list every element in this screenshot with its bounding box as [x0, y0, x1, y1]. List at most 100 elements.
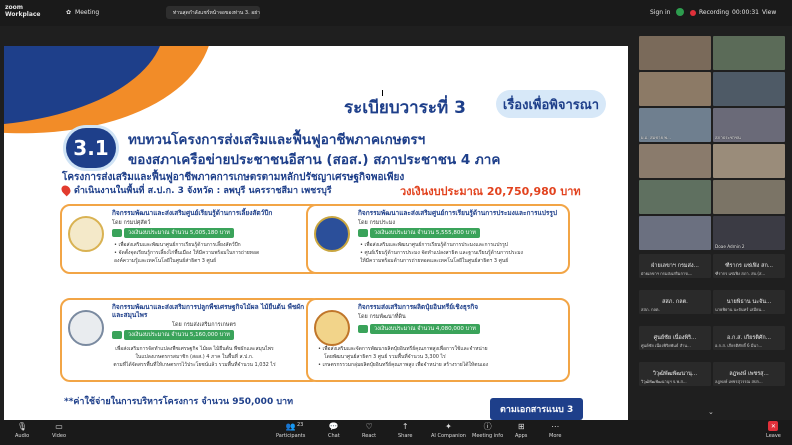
activity-card: กิจกรรมพัฒนาและส่งเสริมศูนย์เรียนรู้ด้าน… — [60, 204, 322, 274]
meeting-info-button[interactable]: ⓘ Meeting info — [472, 421, 504, 440]
share-arrow-icon: ↑ — [401, 421, 409, 431]
card-agency: โดย กรมปศุสัตว์ — [112, 220, 151, 226]
participant-name-tile[interactable]: ลฎพงษ์ เพชรสุ... ลฎพงษ์ เพชรสุวรรณ สปก... — [713, 362, 785, 386]
brand-line2: Workplace — [5, 11, 41, 18]
participants-icon: 👥 — [285, 421, 296, 431]
video-tile[interactable] — [639, 72, 711, 106]
slide-heading-2: ของสภาเครือข่ายประชาชนอีสาน (สอส.) สภาปร… — [128, 152, 501, 168]
react-button[interactable]: ♡ React — [362, 421, 377, 440]
recording-label: Recording — [699, 9, 730, 16]
participant-gallery: ผ.อ. สมชาย พ... สภาประชาชน Doae Admin 2 … — [639, 36, 787, 412]
view-button[interactable]: View — [762, 9, 776, 16]
recording-indicator[interactable]: Recording 00:00:31 — [690, 9, 759, 16]
video-tile[interactable] — [713, 144, 785, 178]
activity-card: กิจกรรมพัฒนาและส่งเสริมการปลูกพืชเศรษฐกิ… — [60, 298, 322, 382]
audio-label: Audio — [15, 433, 30, 439]
participant-name: ฝ่ายเลขาฯ กรมส่ง... — [651, 263, 699, 269]
share-status-pill[interactable]: ท่านสุดกำลังแชร์หน้าจอของท่าน 3. อย่า... — [166, 6, 260, 19]
card-title: กิจกรรมพัฒนาและส่งเสริมศูนย์การเรียนรู้ด… — [358, 209, 557, 217]
sparkle-icon: ✦ — [445, 421, 452, 431]
react-label: React — [362, 433, 377, 439]
total-budget: วงเงินงบประมาณ 20,750,980 บาท — [400, 185, 581, 198]
video-tile[interactable]: Doae Admin 2 — [713, 216, 785, 250]
video-tile[interactable] — [713, 36, 785, 70]
sign-in-link[interactable]: Sign in — [650, 9, 670, 16]
location-text: ดำเนินงานในพื้นที่ ส.ป.ก. 3 จังหวัด : ลพ… — [74, 186, 332, 196]
security-shield-icon[interactable] — [676, 8, 684, 16]
video-tile[interactable] — [639, 216, 711, 250]
card-bullet: • ศูนย์เรียนรู้ด้านการประมง จัดทำแปลงสาธ… — [360, 250, 523, 256]
video-tile[interactable] — [639, 36, 711, 70]
participant-sub: นายพิธาน นะจันทร์ เสมียน... — [715, 307, 766, 312]
video-tile[interactable] — [639, 144, 711, 178]
participant-sub: ลฎพงษ์ เพชรสุวรรณ สปก... — [715, 379, 763, 384]
leave-label: Leave — [766, 433, 781, 439]
video-tile[interactable] — [713, 72, 785, 106]
livestock-dept-logo-icon — [68, 216, 104, 252]
admin-cost: **ค่าใช้จ่ายในการบริหารโครงการ จำนวน 950… — [64, 397, 294, 407]
card-bullet: โดยพัฒนาศูนย์สาธิตฯ 3 ศูนย์ รวมพื้นที่จำ… — [324, 354, 446, 360]
participant-sub: ศูนย์ชัย เนื่องพิริยพันธ์ สำน... — [641, 343, 691, 348]
participant-name-tile[interactable]: อ.ก.ส. เกียรติศัก... อ.ก.ส. เกียรติศักดิ์… — [713, 326, 785, 350]
tile-name: สภาประชาชน — [715, 135, 741, 140]
participant-name: สสภ. กลต. — [662, 299, 688, 305]
microphone-icon: 🎙 — [17, 421, 28, 431]
video-button[interactable]: ▭ Video — [52, 421, 66, 440]
recording-timer: 00:00:31 — [732, 9, 759, 16]
card-bullet: ในแปลงเกษตรกรสมาชิก (สอส.) 4 ภาค ในพื้นท… — [135, 354, 254, 360]
tile-name: ผ.อ. สมชาย พ... — [641, 135, 672, 140]
card-bullet: • จัดตั้งจุดเรียนรู้การเลี้ยงไก่พื้นเมือ… — [114, 250, 260, 256]
audio-button[interactable]: 🎙 Audio — [15, 421, 30, 440]
leave-icon: ✕ — [768, 421, 779, 431]
video-tile[interactable]: ผ.อ. สมชาย พ... — [639, 108, 711, 142]
leave-button[interactable]: ✕ Leave — [766, 421, 781, 439]
participant-name-tile[interactable]: ฑีรากร แซ่เฟิง สก... ฑีรากร แซ่เฟิง สภา. … — [713, 254, 785, 278]
apps-label: Apps — [515, 433, 528, 439]
chevron-down-icon[interactable]: ⌄ — [708, 408, 714, 416]
document-reference: ตามเอกสารแนบ 3 — [490, 398, 584, 420]
money-icon — [112, 330, 122, 339]
zoom-logo: zoom Workplace — [5, 4, 41, 18]
card-bullet: องค์ความรู้และเทคโนโลยีในศูนย์ส่าธิตฯ 3 … — [114, 258, 217, 264]
info-label: Meeting info — [472, 433, 504, 439]
video-tile[interactable] — [713, 180, 785, 214]
money-icon — [112, 228, 122, 237]
participant-name-tile[interactable]: ฝ่ายเลขาฯ กรมส่ง... ฝ่ายเลขาฯ กรมส่งเสริม… — [639, 254, 711, 278]
record-dot-icon — [690, 9, 696, 16]
apps-icon: ⊞ — [517, 421, 525, 431]
section-number: 3.1 — [66, 128, 116, 168]
card-bullet: ให้มีความพร้อมด้านการถ่ายทอดและเทคโนโลยี… — [360, 258, 509, 264]
participant-name: ศูนย์ชัย เนื่องพิริ... — [653, 335, 697, 341]
agenda-tag: เรื่องเพื่อพิจารณา — [496, 90, 606, 118]
paw-icon: ✿ — [66, 9, 72, 16]
card-agency: โดย กรมพัฒนาที่ดิน — [358, 314, 406, 320]
card-budget: วงเงินงบประมาณ จำนวน 5,555,800 บาท — [358, 227, 480, 238]
participant-name-tile[interactable]: สสภ. กลต. สสภ. กลต. — [639, 290, 711, 314]
video-tile[interactable] — [639, 180, 711, 214]
meeting-tab[interactable]: ✿ Meeting — [66, 9, 99, 16]
card-title: กิจกรรมพัฒนาและส่งเสริมการปลูกพืชเศรษฐกิ… — [112, 303, 305, 319]
participant-name-tile[interactable]: นายพิธาน นะจัน... นายพิธาน นะจันทร์ เสมีย… — [713, 290, 785, 314]
participant-name-tile[interactable]: วิวุฒิพัฒพัฒนานุ... วิวุฒิพัฒพัฒนานุฯ จ.พ… — [639, 362, 711, 386]
video-tile[interactable]: สภาประชาชน — [713, 108, 785, 142]
card-budget: วงเงินงบประมาณ จำนวน 5,160,000 บาท — [112, 329, 234, 340]
apps-button[interactable]: ⊞ Apps — [515, 421, 528, 440]
money-icon — [358, 324, 368, 333]
agri-extension-logo-icon — [68, 310, 104, 346]
participant-name-tile[interactable]: ศูนย์ชัย เนื่องพิริ... ศูนย์ชัย เนื่องพิร… — [639, 326, 711, 350]
card-agency: โดย กรมส่งเสริมการเกษตร — [172, 322, 236, 328]
share-status-text: ท่านสุดกำลังแชร์หน้าจอของท่าน 3. อย่า... — [173, 9, 260, 16]
participant-sub: อ.ก.ส. เกียรติศักดิ์ 6 มีนา... — [715, 343, 763, 348]
card-bullet: ตามที่ได้จัดสรรพื้นที่ให้เกษตรกรไว้ประโย… — [113, 362, 276, 368]
participant-sub: ฝ่ายเลขาฯ กรมส่งเสริมการเ... — [641, 271, 693, 276]
participant-sub: ฑีรากร แซ่เฟิง สภา. สบ.(ส... — [715, 271, 766, 276]
participants-label: Participants — [276, 433, 306, 439]
ai-companion-button[interactable]: ✦ AI Companion — [431, 421, 466, 440]
chat-icon: 💬 — [328, 421, 339, 431]
more-button[interactable]: ⋯ More — [549, 421, 561, 440]
meeting-label: Meeting — [75, 9, 100, 16]
share-button[interactable]: ↑ Share — [398, 421, 412, 440]
card-budget-text: วงเงินงบประมาณ จำนวน 4,080,000 บาท — [370, 323, 480, 334]
card-bullet: • เพื่อส่งเสริมและพัฒนาศูนย์การเรียนรู้ด… — [114, 242, 241, 248]
chat-button[interactable]: 💬 Chat — [328, 421, 340, 440]
